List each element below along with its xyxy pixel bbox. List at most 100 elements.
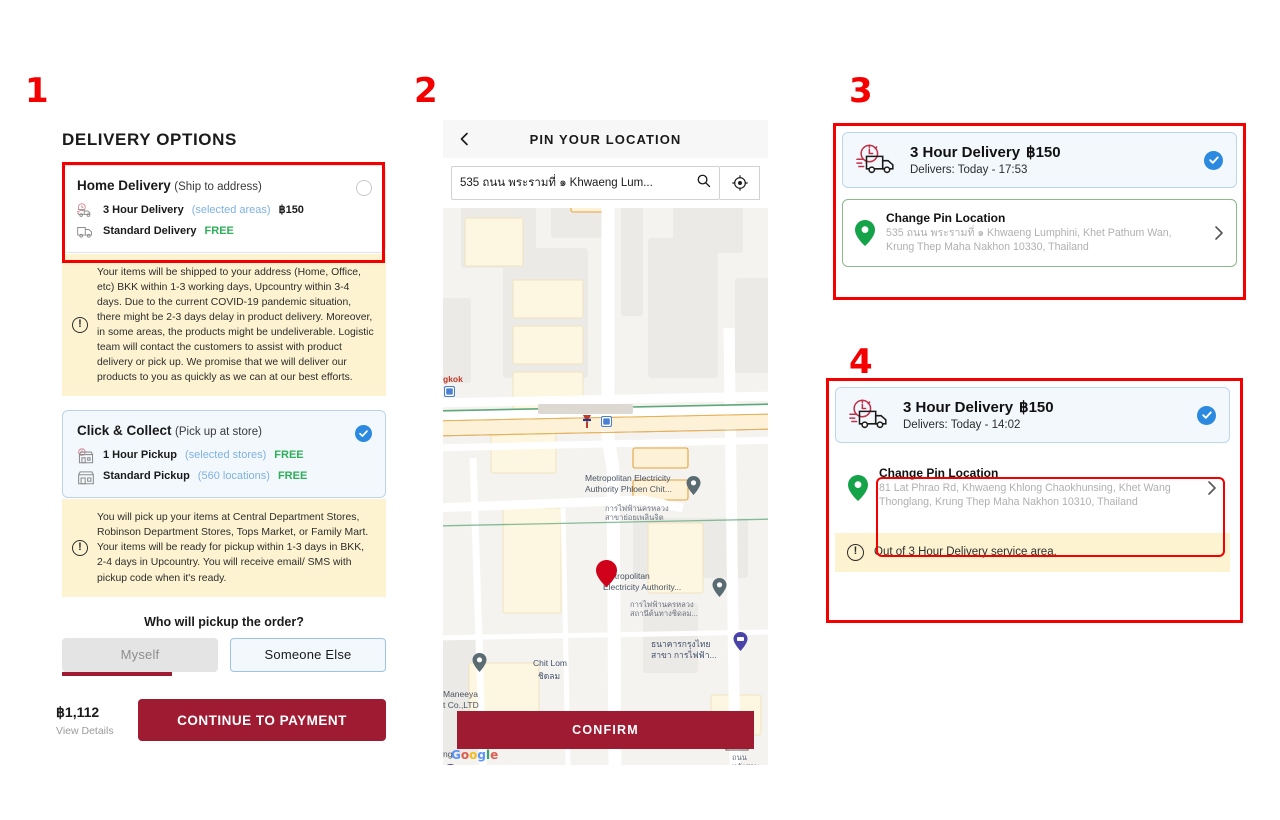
pickup-question: Who will pickup the order? <box>144 614 304 629</box>
map-pin-metropolitan-electricity-authority[interactable] <box>712 578 727 597</box>
step-number-2: 2 <box>414 71 438 111</box>
step-number-1: 1 <box>25 71 49 111</box>
delivery-option-card[interactable]: 3 Hour Delivery ฿150 Delivers: Today - 14… <box>835 387 1230 443</box>
home-delivery-info-text: Your items will be shipped to your addre… <box>97 266 374 384</box>
row-label: Standard Pickup <box>103 470 190 483</box>
row-label: 3 Hour Delivery <box>103 203 184 216</box>
option-row-standard-pickup: Standard Pickup (560 locations) FREE <box>77 469 371 485</box>
option-card-home-delivery[interactable]: Home Delivery (Ship to address) 3 Hour D… <box>62 165 386 253</box>
row-label: 1 Hour Pickup <box>103 449 177 462</box>
myself-annotation-underline <box>62 671 172 676</box>
view-details-link[interactable]: View Details <box>56 725 138 737</box>
map-confirm-button[interactable]: CONFIRM <box>457 711 754 749</box>
out-of-area-warning: ! Out of 3 Hour Delivery service area. <box>835 532 1230 572</box>
order-total-block: ฿1,112 View Details <box>56 704 138 737</box>
option-row-3-hour-delivery: 3 Hour Delivery (selected areas) ฿150 <box>77 203 371 218</box>
panel-delivery-confirm-valid: 3 Hour Delivery ฿150 Delivers: Today - 17… <box>842 132 1237 267</box>
row-free: FREE <box>274 449 304 462</box>
option-card-click-collect[interactable]: Click & Collect (Pick up at store) 1 Hou… <box>62 410 386 499</box>
truck-clock-icon <box>849 399 891 431</box>
map-label: การไฟฟ้านครหลวง สาขาย่อยเพลินจิต <box>605 504 669 523</box>
store-clock-icon <box>77 448 95 464</box>
change-pin-location-title: Change Pin Location <box>879 466 999 480</box>
pickup-person-toggle: Myself Someone Else <box>62 637 386 676</box>
row-label: Standard Delivery <box>103 224 197 237</box>
store-icon <box>77 469 95 485</box>
map-label: Chit Lom <box>533 658 568 668</box>
delivery-title: 3 Hour Delivery <box>903 399 1014 416</box>
change-pin-location-card[interactable]: Change Pin Location 535 ถนน พระรามที่ ๑ … <box>842 199 1237 267</box>
page-title: DELIVERY OPTIONS <box>62 130 237 149</box>
panel-delivery-options: DELIVERY OPTIONS Home Delivery (Ship to … <box>62 130 386 676</box>
check-circle-icon[interactable] <box>1204 150 1223 170</box>
exclamation-circle-icon: ! <box>72 539 88 556</box>
map-pin-maneeya[interactable] <box>472 653 487 672</box>
map-label: Maneeya t Co.,LTD <box>443 689 479 710</box>
search-icon[interactable] <box>696 173 711 193</box>
map-label: ถนน หลังสวน <box>732 753 759 765</box>
map-pin-krungthai-bank[interactable] <box>733 632 748 651</box>
pin-address: 81 Lat Phrao Rd, Khwaeng Khlong Chaokhun… <box>879 482 1171 508</box>
step-number-4: 4 <box>849 342 873 382</box>
home-delivery-radio[interactable] <box>356 180 372 196</box>
map-pin-icon <box>848 474 868 501</box>
map-pin-partial-left[interactable] <box>443 764 458 765</box>
row-free: FREE <box>277 470 308 483</box>
row-note: (560 locations) <box>197 470 270 483</box>
map-label: gkok <box>443 374 463 384</box>
order-total-price: ฿1,112 <box>56 703 100 720</box>
pickup-option-someone-else[interactable]: Someone Else <box>230 637 386 672</box>
click-collect-subtitle: (Pick up at store) <box>175 426 262 439</box>
delivery-eta: Delivers: Today - 14:02 <box>903 419 1021 431</box>
home-delivery-heading: Home Delivery (Ship to address) <box>77 178 371 195</box>
click-collect-info-box: ! You will pick up your items at Central… <box>62 499 386 597</box>
map-pin-icon <box>855 219 875 246</box>
location-search-input[interactable]: 535 ถนน พระรามที่ ๑ Khwaeng Lum... <box>451 166 720 200</box>
chevron-right-icon[interactable] <box>1212 223 1226 243</box>
change-pin-location-title: Change Pin Location <box>886 211 1006 225</box>
chevron-left-icon[interactable] <box>457 131 473 147</box>
delivery-amount: ฿150 <box>1026 144 1061 161</box>
pickup-option-myself[interactable]: Myself <box>62 637 218 672</box>
map-pin-metropolitan-electricity-phloen-chit[interactable] <box>686 476 701 495</box>
location-search-value: 535 ถนน พระรามที่ ๑ Khwaeng Lum... <box>460 177 653 189</box>
pin-text-block: Change Pin Location 81 Lat Phrao Rd, Khw… <box>879 466 1194 510</box>
map-search-row: 535 ถนน พระรามที่ ๑ Khwaeng Lum... <box>443 158 768 208</box>
row-free: FREE <box>204 224 234 237</box>
delivery-title-row: 3 Hour Delivery ฿150 <box>903 399 1054 416</box>
click-collect-info-text: You will pick up your items at Central D… <box>97 512 369 584</box>
map-canvas[interactable]: gkok Metropolitan Electricity Authority P… <box>443 208 768 765</box>
row-note: (selected areas) <box>191 203 271 216</box>
crosshair-icon[interactable] <box>720 166 760 200</box>
continue-to-payment-button[interactable]: CONTINUE TO PAYMENT <box>138 699 386 741</box>
map-label: ชิดลม <box>538 671 561 681</box>
delivery-eta: Delivers: Today - 17:53 <box>910 164 1028 176</box>
exclamation-circle-icon: ! <box>847 543 864 561</box>
out-of-area-warning-text: Out of 3 Hour Delivery service area. <box>874 546 1057 559</box>
delivery-text-block: 3 Hour Delivery ฿150 Delivers: Today - 17… <box>910 144 1192 176</box>
click-collect-heading: Click & Collect (Pick up at store) <box>77 423 371 440</box>
row-note: (selected stores) <box>184 449 267 462</box>
step-number-3: 3 <box>849 71 873 111</box>
pin-text-block: Change Pin Location 535 ถนน พระรามที่ ๑ … <box>886 211 1201 255</box>
map-label: ธนาคารกรุงไทย สาขา การไฟฟ้า... <box>651 639 717 660</box>
change-pin-location-card[interactable]: Change Pin Location 81 Lat Phrao Rd, Khw… <box>835 454 1230 522</box>
selected-location-pin-icon[interactable] <box>596 560 617 587</box>
screenshot-stage: 1 2 3 4 DELIVERY OPTIONS Home Delivery (… <box>0 0 1280 820</box>
map-header-title: PIN YOUR LOCATION <box>529 131 682 147</box>
map-header: PIN YOUR LOCATION <box>443 120 768 158</box>
truck-clock-icon <box>856 144 898 176</box>
home-delivery-name: Home Delivery <box>77 178 171 193</box>
map-label: Metropolitan Electricity Authority Phloe… <box>585 473 672 494</box>
click-collect-name: Click & Collect <box>77 423 172 439</box>
delivery-option-card[interactable]: 3 Hour Delivery ฿150 Delivers: Today - 17… <box>842 132 1237 188</box>
checkout-bottom-bar: ฿1,112 View Details CONTINUE TO PAYMENT <box>56 694 386 746</box>
check-circle-icon[interactable] <box>1197 405 1216 425</box>
delivery-amount: ฿150 <box>1019 399 1054 416</box>
delivery-text-block: 3 Hour Delivery ฿150 Delivers: Today - 14… <box>903 399 1185 431</box>
truck-clock-icon <box>77 203 95 218</box>
delivery-title: 3 Hour Delivery <box>910 144 1021 161</box>
chevron-right-icon[interactable] <box>1205 478 1219 498</box>
option-row-1-hour-pickup: 1 Hour Pickup (selected stores) FREE <box>77 448 371 464</box>
google-attribution-logo: Google <box>451 748 499 762</box>
